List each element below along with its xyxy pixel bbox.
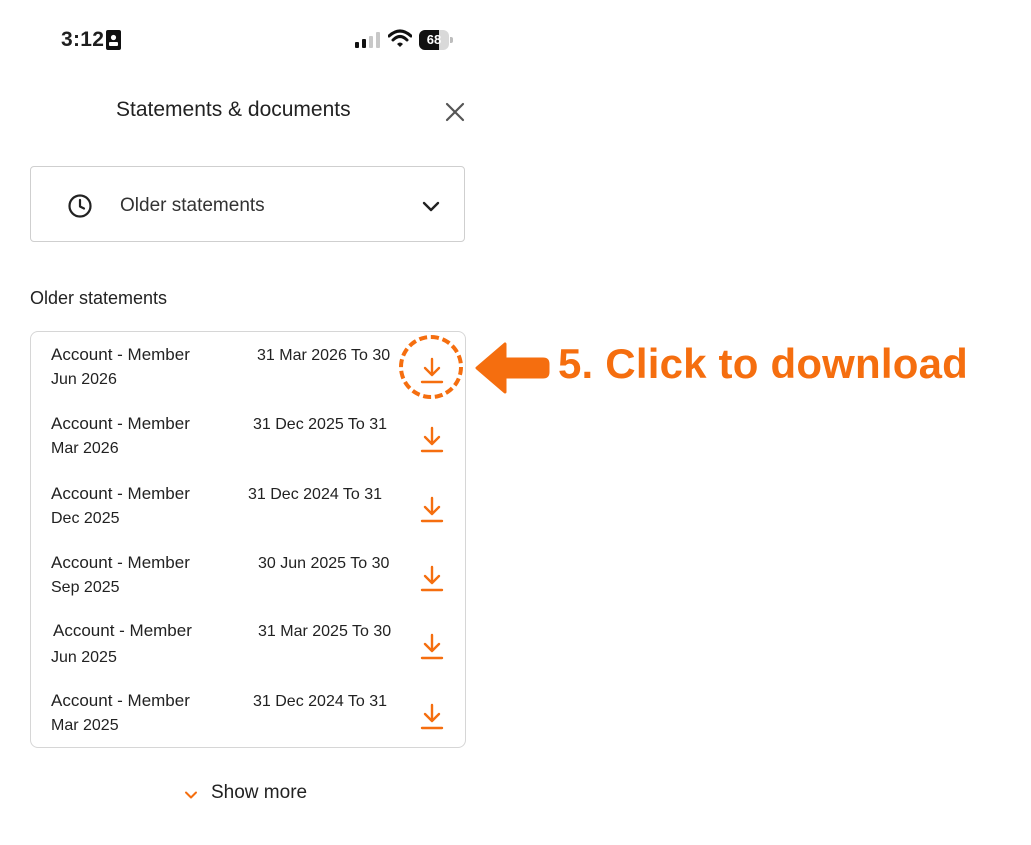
statement-dates: 31 Dec 2024 To 31: [253, 693, 388, 710]
statement-end-date: Dec 2025: [51, 510, 120, 527]
show-more-label: Show more: [211, 782, 308, 803]
status-time: 3:12: [61, 28, 105, 51]
battery-level: 68: [426, 32, 442, 47]
download-icon[interactable]: [418, 631, 446, 663]
wifi-icon: [388, 29, 412, 47]
statement-title: Account - Member: [51, 691, 190, 710]
statement-end-date: Sep 2025: [51, 579, 120, 596]
statement-dates: 31 Mar 2026 To 30: [257, 347, 391, 364]
arrow-left-icon: [475, 342, 550, 394]
statement-dates: 31 Mar 2025 To 30: [258, 623, 392, 640]
page-title: Statements & documents: [116, 98, 351, 121]
statement-period-dropdown[interactable]: Older statements: [30, 166, 465, 242]
statement-end-date: Mar 2025: [51, 717, 119, 734]
signal-icon: [355, 32, 380, 48]
statement-dates: 31 Dec 2024 To 31: [248, 486, 383, 503]
statement-end-date: Jun 2026: [51, 371, 117, 388]
statement-end-date: Mar 2026: [51, 440, 119, 457]
chevron-down-icon: [185, 791, 197, 799]
statement-title: Account - Member: [51, 484, 190, 503]
statement-row: Account - Member Mar 2025 31 Dec 2024 To…: [31, 691, 465, 751]
statement-row: Account - Member Mar 2026 31 Dec 2025 To…: [31, 414, 465, 474]
statement-dates: 30 Jun 2025 To 30: [258, 555, 390, 572]
chevron-down-icon: [422, 201, 440, 212]
clock-icon: [68, 194, 92, 218]
download-icon[interactable]: [418, 424, 446, 456]
statement-title: Account - Member: [53, 621, 192, 640]
statement-row: Account - Member Jun 2025 31 Mar 2025 To…: [31, 621, 465, 681]
id-card-icon: [106, 30, 121, 50]
download-icon[interactable]: [418, 494, 446, 526]
statement-row: Account - Member Dec 2025 31 Dec 2024 To…: [31, 484, 465, 544]
section-label: Older statements: [30, 288, 168, 308]
battery-icon: 68: [419, 30, 453, 50]
highlight-ring: [399, 335, 463, 399]
statement-end-date: Jun 2025: [51, 649, 117, 666]
download-icon[interactable]: [418, 563, 446, 595]
statement-title: Account - Member: [51, 553, 190, 572]
statement-dates: 31 Dec 2025 To 31: [253, 416, 388, 433]
statement-row: Account - Member Sep 2025 30 Jun 2025 To…: [31, 553, 465, 613]
statement-title: Account - Member: [51, 345, 190, 364]
close-icon[interactable]: [443, 100, 467, 124]
status-bar: 3:12 68: [0, 0, 480, 80]
statement-list: Account - Member Jun 2026 31 Mar 2026 To…: [30, 331, 466, 748]
dropdown-value: Older statements: [120, 195, 265, 216]
download-icon[interactable]: [418, 701, 446, 733]
annotation-label: 5. Click to download: [558, 340, 969, 387]
statement-title: Account - Member: [51, 414, 190, 433]
